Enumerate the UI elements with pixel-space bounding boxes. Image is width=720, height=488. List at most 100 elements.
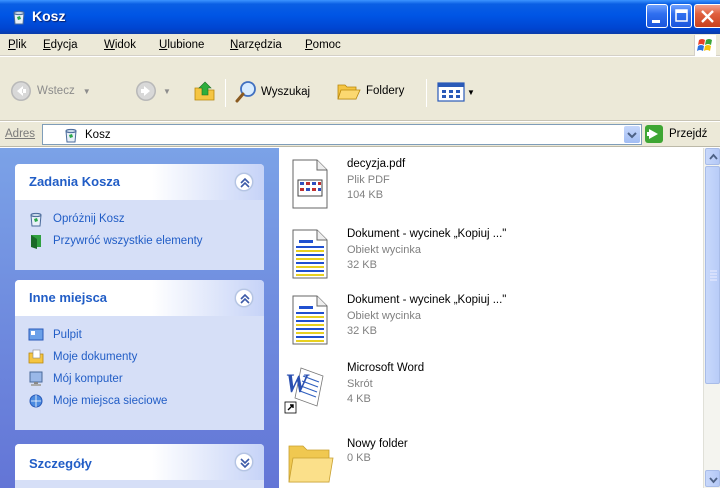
- address-label: Adres: [5, 128, 36, 140]
- close-button[interactable]: [694, 4, 720, 28]
- file-size: 0 KB: [347, 452, 371, 464]
- file-type: Obiekt wycinka: [347, 244, 421, 256]
- maximize-icon: [675, 9, 688, 22]
- panel-header[interactable]: Szczegóły: [15, 444, 264, 480]
- up-folder-icon: [194, 81, 215, 101]
- menu-widok[interactable]: Widok: [104, 39, 136, 51]
- views-icon: [437, 82, 465, 102]
- chevron-up-icon: [240, 293, 250, 304]
- desktop-icon: [28, 328, 44, 341]
- folders-label: Foldery: [366, 85, 405, 97]
- file-item[interactable]: Nowy folder 0 KB: [283, 438, 693, 488]
- recycle-bin-icon: [13, 10, 25, 25]
- file-item[interactable]: Dokument - wycinek „Kopiuj ..." Obiekt w…: [283, 228, 693, 296]
- file-size: 104 KB: [347, 189, 384, 201]
- toolbar: Wstecz ▼ ▼ Wyszukaj Foldery ▼: [0, 57, 720, 121]
- file-list: decyzja.pdf Plik PDF 104 KB Dokument - w…: [279, 148, 703, 488]
- panel-title: Inne miejsca: [29, 290, 108, 305]
- collapse-button[interactable]: [235, 289, 253, 307]
- folder-icon: [288, 445, 334, 483]
- recycle-tasks-panel: Zadania Kosza Opróżnij Kosz Przywróć wsz…: [15, 164, 264, 270]
- grip-icon: [710, 270, 717, 281]
- file-type: Obiekt wycinka: [347, 310, 421, 322]
- maximize-button[interactable]: [670, 4, 692, 28]
- pdf-file-icon: [292, 159, 328, 209]
- views-button[interactable]: ▼: [437, 82, 475, 102]
- expand-button[interactable]: [235, 453, 253, 471]
- my-computer-icon: [29, 371, 43, 386]
- place-desktop[interactable]: Pulpit: [15, 324, 264, 346]
- chevron-down-icon: [627, 132, 637, 139]
- task-empty-recycle-bin[interactable]: Opróżnij Kosz: [15, 208, 264, 230]
- file-item[interactable]: W Microsoft Word Skrót 4 KB: [283, 362, 693, 430]
- panel-title: Zadania Kosza: [29, 174, 121, 189]
- place-my-documents[interactable]: Moje dokumenty: [15, 346, 264, 368]
- panel-header[interactable]: Zadania Kosza: [15, 164, 264, 200]
- task-pane: Zadania Kosza Opróżnij Kosz Przywróć wsz…: [0, 148, 279, 488]
- scroll-up-button[interactable]: [705, 148, 720, 165]
- folders-button[interactable]: Foldery: [336, 80, 404, 102]
- file-item[interactable]: decyzja.pdf Plik PDF 104 KB: [283, 158, 693, 226]
- go-button[interactable]: Przejdź: [645, 125, 707, 143]
- details-panel: Szczegóły: [15, 444, 264, 488]
- file-name: Nowy folder: [347, 438, 408, 450]
- scroll-down-button[interactable]: [705, 470, 720, 487]
- search-label: Wyszukaj: [261, 86, 311, 98]
- chevron-up-icon: [240, 177, 250, 188]
- chevron-up-icon: [709, 153, 718, 160]
- back-button[interactable]: Wstecz ▼: [10, 80, 91, 102]
- folders-icon: [337, 84, 361, 100]
- task-restore-all[interactable]: Przywróć wszystkie elementy: [15, 230, 264, 252]
- scrap-document-icon: [292, 229, 328, 279]
- file-type: Skrót: [347, 378, 373, 390]
- menu-narzedzia[interactable]: Narzędzia: [230, 39, 282, 51]
- menu-edycja[interactable]: Edycja: [43, 39, 78, 51]
- back-dropdown-icon[interactable]: ▼: [83, 87, 91, 96]
- place-label: Moje dokumenty: [53, 351, 138, 363]
- scrap-document-icon: [292, 295, 328, 345]
- address-dropdown-button[interactable]: [624, 126, 640, 143]
- back-label: Wstecz: [37, 85, 75, 97]
- close-icon: [701, 10, 714, 23]
- minimize-icon: [652, 20, 660, 23]
- search-button[interactable]: Wyszukaj: [234, 80, 310, 104]
- place-label: Mój komputer: [53, 373, 123, 385]
- search-icon: [235, 81, 256, 103]
- vertical-scrollbar[interactable]: [703, 148, 720, 488]
- minimize-button[interactable]: [646, 4, 668, 28]
- forward-button[interactable]: ▼: [135, 80, 171, 102]
- file-name: Dokument - wycinek „Kopiuj ...": [347, 228, 507, 240]
- network-places-icon: [29, 394, 43, 408]
- up-folder-button[interactable]: [193, 79, 217, 103]
- file-name: decyzja.pdf: [347, 158, 406, 170]
- address-bar: Adres Kosz Przejdź: [0, 122, 720, 147]
- file-item[interactable]: Dokument - wycinek „Kopiuj ..." Obiekt w…: [283, 294, 693, 362]
- collapse-button[interactable]: [235, 173, 253, 191]
- file-size: 4 KB: [347, 393, 371, 405]
- back-arrow-icon: [11, 81, 31, 101]
- recycle-bin-icon: [65, 128, 77, 143]
- place-my-network[interactable]: Moje miejsca sieciowe: [15, 390, 264, 412]
- file-size: 32 KB: [347, 259, 377, 271]
- address-field[interactable]: Kosz: [42, 124, 642, 145]
- my-documents-icon: [28, 349, 44, 364]
- panel-title: Szczegóły: [29, 456, 92, 471]
- scroll-thumb[interactable]: [705, 166, 720, 384]
- menu-pomoc[interactable]: Pomoc: [305, 39, 341, 51]
- file-name: Dokument - wycinek „Kopiuj ...": [347, 294, 507, 306]
- go-arrow-icon: [645, 125, 663, 143]
- title-bar[interactable]: Kosz: [0, 0, 720, 34]
- windows-logo-icon: [694, 35, 716, 56]
- forward-dropdown-icon[interactable]: ▼: [163, 87, 171, 96]
- restore-icon: [31, 235, 41, 249]
- place-my-computer[interactable]: Mój komputer: [15, 368, 264, 390]
- place-label: Moje miejsca sieciowe: [53, 395, 168, 407]
- task-label: Opróżnij Kosz: [53, 213, 125, 225]
- recycle-bin-icon: [30, 212, 42, 227]
- chevron-down-icon: [240, 458, 250, 469]
- panel-header[interactable]: Inne miejsca: [15, 280, 264, 316]
- menu-plik[interactable]: Plik: [8, 39, 27, 51]
- chevron-down-icon: [709, 477, 718, 484]
- menu-ulubione[interactable]: Ulubione: [159, 39, 204, 51]
- views-dropdown-icon[interactable]: ▼: [467, 88, 475, 97]
